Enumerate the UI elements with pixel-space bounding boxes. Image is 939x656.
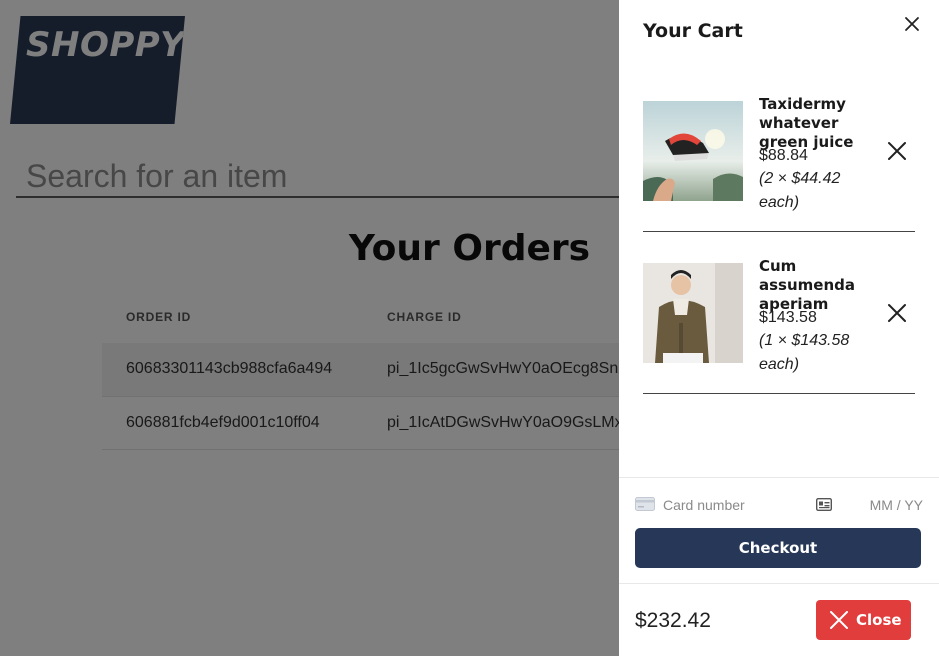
close-icon — [888, 304, 906, 322]
product-image — [643, 101, 743, 201]
cart-item: Cum assumenda aperiam $143.58 (1 × $143.… — [643, 232, 915, 394]
cart-item-name[interactable]: Taxidermy whatever green juice — [759, 95, 859, 152]
close-icon — [905, 17, 919, 31]
sneaker-photo — [643, 101, 743, 201]
expiry-input[interactable] — [857, 494, 923, 516]
cart-item-unit-price: (2 × $44.42 each) — [759, 170, 841, 211]
close-button-label: Close — [856, 611, 902, 629]
remove-item-button[interactable] — [887, 141, 907, 161]
cart-item-price: $88.84 — [759, 147, 808, 164]
product-image — [643, 263, 743, 363]
cart-title: Your Cart — [643, 20, 743, 42]
card-input-row — [635, 494, 923, 516]
payment-form: Checkout — [619, 477, 939, 584]
jacket-photo — [643, 263, 743, 363]
credit-card-icon — [635, 497, 655, 511]
cart-drawer: Your Cart Taxidermy whatever green juice… — [619, 0, 939, 656]
cart-item-name[interactable]: Cum assumenda aperiam — [759, 257, 859, 314]
card-number-input[interactable] — [663, 494, 813, 516]
cart-item: Taxidermy whatever green juice $88.84 (2… — [643, 70, 915, 232]
close-cart-button[interactable]: Close — [816, 600, 911, 640]
close-drawer-button[interactable] — [902, 14, 922, 34]
card-id-icon — [816, 498, 832, 511]
remove-item-button[interactable] — [887, 303, 907, 323]
close-icon — [888, 142, 906, 160]
cart-item-unit-price: (1 × $143.58 each) — [759, 332, 850, 373]
cart-total: $232.42 — [635, 609, 711, 632]
cart-item-price: $143.58 — [759, 309, 817, 326]
checkout-button[interactable]: Checkout — [635, 528, 921, 568]
close-icon — [830, 611, 848, 629]
